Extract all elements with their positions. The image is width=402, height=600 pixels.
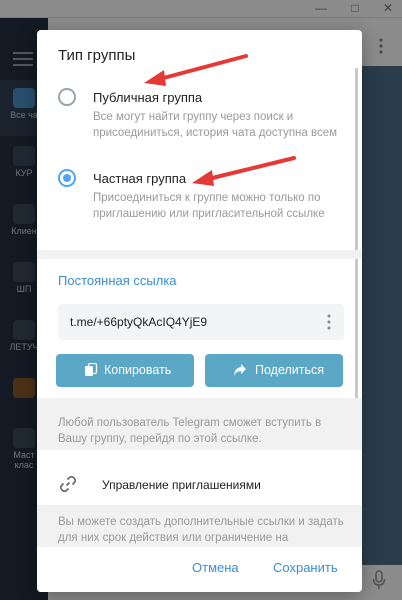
save-button[interactable]: Сохранить [273,560,338,575]
link-icon [59,475,77,493]
invite-link-url[interactable]: t.me/+66ptyQkAcIQ4YjE9 [70,315,207,329]
annotation-arrow-icon [192,156,296,186]
private-group-label[interactable]: Частная группа [93,171,186,186]
public-group-label[interactable]: Публичная группа [93,90,202,105]
public-group-radio[interactable] [58,88,76,106]
cancel-button[interactable]: Отмена [192,560,239,575]
section-divider [37,250,362,259]
copy-icon [85,363,98,376]
manage-invites-row[interactable]: Управление приглашениями [37,467,362,505]
dialog-title: Тип группы [58,47,136,64]
annotation-arrow-icon [144,54,248,86]
private-group-description: Присоединиться к группе можно только по … [93,192,325,220]
manage-invites-note: Вы можете создать дополнительные ссылки … [58,516,344,544]
link-note: Любой пользователь Telegram сможет вступ… [58,417,322,445]
more-vertical-icon[interactable] [327,314,331,330]
group-type-dialog: Тип группы Публичная группа Все могут на… [37,30,362,592]
private-group-radio[interactable] [58,169,76,187]
share-button-label: Поделиться [255,363,325,377]
dialog-footer: Отмена Сохранить [37,547,362,592]
public-group-description: Все могут найти группу через поиск и при… [93,111,338,139]
permanent-link-title: Постоянная ссылка [58,273,177,288]
invite-link-field[interactable]: t.me/+66ptyQkAcIQ4YjE9 [58,304,344,340]
manage-invites-label: Управление приглашениями [102,478,261,492]
copy-link-button[interactable]: Копировать [56,354,194,387]
share-link-button[interactable]: Поделиться [205,354,343,387]
copy-button-label: Копировать [104,363,172,377]
share-arrow-icon [234,364,246,376]
dialog-scrollbar[interactable] [355,68,358,450]
